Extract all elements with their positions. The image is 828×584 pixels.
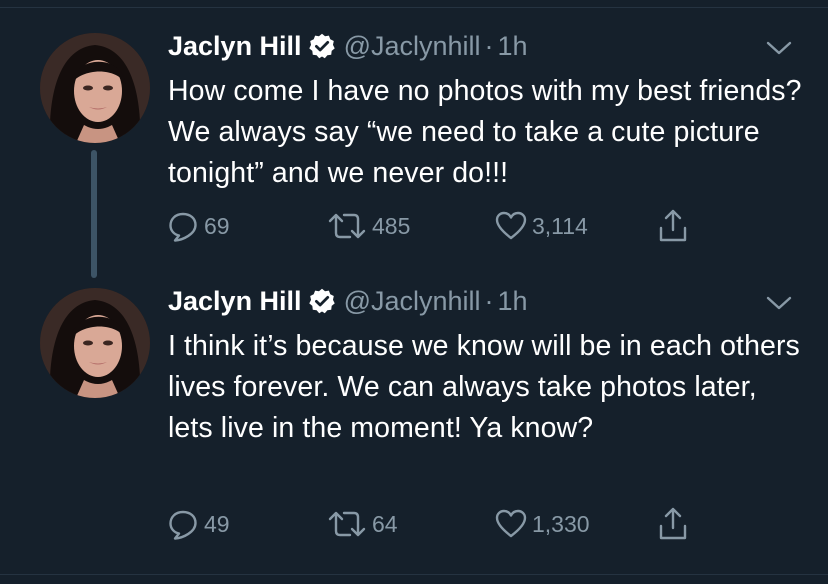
tweet-text: I think it’s because we know will be in … — [168, 330, 800, 444]
retweet-icon — [328, 511, 366, 537]
timestamp[interactable]: 1h — [498, 29, 528, 63]
bottom-divider — [0, 574, 828, 584]
retweet-count: 64 — [372, 511, 398, 537]
tweet-actions: 49 64 1,330 — [166, 506, 726, 542]
reply-count: 49 — [204, 511, 230, 537]
reply-icon — [169, 510, 197, 540]
tweet-text: How come I have no photos with my best f… — [168, 75, 802, 189]
avatar[interactable] — [40, 288, 150, 398]
like-button[interactable]: 3,114 — [494, 208, 588, 244]
separator-dot: · — [484, 286, 494, 316]
retweet-button[interactable]: 485 — [326, 208, 410, 244]
avatar[interactable] — [40, 33, 150, 143]
chevron-down-icon[interactable] — [766, 294, 792, 312]
like-count: 1,330 — [532, 511, 590, 537]
like-button[interactable]: 1,330 — [494, 506, 590, 542]
reply-button[interactable]: 69 — [166, 208, 230, 244]
verified-badge-icon — [308, 32, 336, 60]
share-icon — [659, 507, 687, 540]
twitter-thread-screen: Jaclyn Hill @Jaclynhill · 1h How come I … — [0, 0, 828, 584]
like-count: 3,114 — [532, 213, 588, 239]
share-button[interactable] — [656, 208, 694, 244]
user-handle[interactable]: @Jaclynhill — [344, 29, 481, 63]
display-name[interactable]: Jaclyn Hill — [168, 284, 302, 318]
reply-icon — [169, 212, 197, 242]
heart-icon — [495, 509, 527, 538]
reply-button[interactable]: 49 — [166, 506, 230, 542]
separator-dot: · — [484, 31, 494, 61]
user-handle[interactable]: @Jaclynhill — [344, 284, 481, 318]
tweet-header: Jaclyn Hill @Jaclynhill · 1h — [168, 29, 528, 63]
chevron-down-icon[interactable] — [766, 39, 792, 57]
heart-icon — [495, 211, 527, 240]
share-icon — [659, 209, 687, 242]
timestamp[interactable]: 1h — [498, 284, 528, 318]
retweet-button[interactable]: 64 — [326, 506, 398, 542]
retweet-icon — [328, 213, 366, 239]
retweet-count: 485 — [372, 213, 411, 239]
thread-connector-line — [91, 150, 97, 278]
tweet-actions: 69 485 3,114 — [166, 208, 726, 244]
display-name[interactable]: Jaclyn Hill — [168, 29, 302, 63]
verified-badge-icon — [308, 287, 336, 315]
tweet-header: Jaclyn Hill @Jaclynhill · 1h — [168, 284, 528, 318]
share-button[interactable] — [656, 506, 694, 542]
top-divider — [0, 0, 828, 8]
reply-count: 69 — [204, 213, 230, 239]
